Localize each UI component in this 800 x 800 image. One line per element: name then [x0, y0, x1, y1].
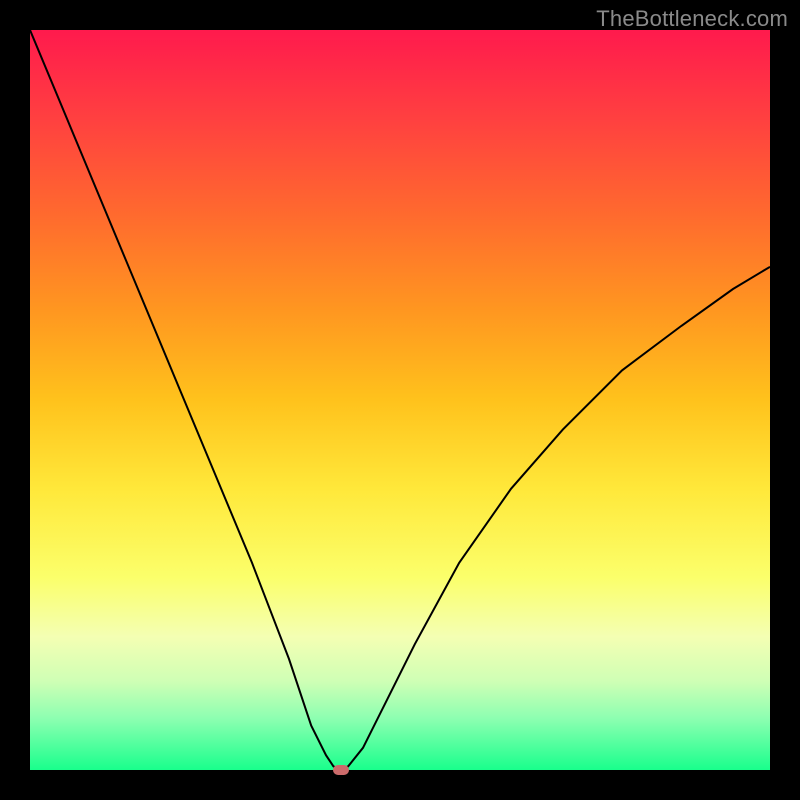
plot-area — [30, 30, 770, 770]
watermark-text: TheBottleneck.com — [596, 6, 788, 32]
bottleneck-curve — [30, 30, 770, 770]
chart-frame: TheBottleneck.com — [0, 0, 800, 800]
optimal-point-marker — [333, 765, 349, 775]
